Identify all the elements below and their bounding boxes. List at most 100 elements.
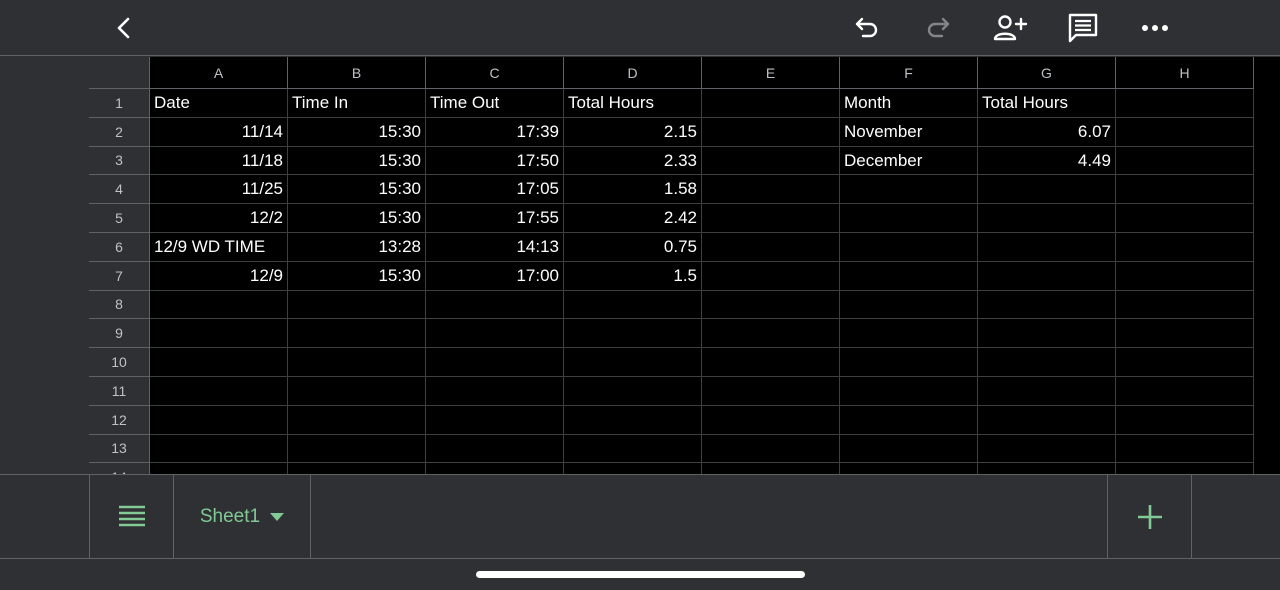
cell-g10[interactable] xyxy=(978,348,1116,377)
row-header-6[interactable]: 6 xyxy=(89,233,150,262)
row-header-8[interactable]: 8 xyxy=(89,290,150,320)
cell-f14[interactable] xyxy=(840,463,978,474)
cell-e1[interactable] xyxy=(702,89,840,118)
column-header-h[interactable]: H xyxy=(1116,57,1254,89)
cell-e11[interactable] xyxy=(702,377,840,406)
row-header-14[interactable]: 14 xyxy=(89,463,150,474)
cell-c2[interactable]: 17:39 xyxy=(426,117,564,147)
cell-e3[interactable] xyxy=(702,146,840,176)
row-header-5[interactable]: 5 xyxy=(89,204,150,233)
cell-b7[interactable]: 15:30 xyxy=(288,261,426,291)
cell-b2[interactable]: 15:30 xyxy=(288,117,426,147)
cell-d12[interactable] xyxy=(564,405,702,435)
column-header-d[interactable]: D xyxy=(564,57,702,89)
cell-c1[interactable]: Time Out xyxy=(426,89,564,118)
cell-d7[interactable]: 1.5 xyxy=(564,261,702,291)
cell-b1[interactable]: Time In xyxy=(288,89,426,118)
cell-c13[interactable] xyxy=(426,434,564,464)
cell-a11[interactable] xyxy=(150,377,288,406)
cell-d8[interactable] xyxy=(564,290,702,320)
cell-g7[interactable] xyxy=(978,261,1116,291)
cell-d5[interactable]: 2.42 xyxy=(564,204,702,233)
cell-f1[interactable]: Month xyxy=(840,89,978,118)
column-header-e[interactable]: E xyxy=(702,57,840,89)
column-header-b[interactable]: B xyxy=(288,57,426,89)
cell-d6[interactable]: 0.75 xyxy=(564,233,702,262)
cell-g13[interactable] xyxy=(978,434,1116,464)
cell-e8[interactable] xyxy=(702,290,840,320)
row-header-11[interactable]: 11 xyxy=(89,377,150,406)
cell-c14[interactable] xyxy=(426,463,564,474)
cell-b12[interactable] xyxy=(288,405,426,435)
cell-g14[interactable] xyxy=(978,463,1116,474)
cell-h9[interactable] xyxy=(1116,319,1254,349)
add-sheet-button[interactable] xyxy=(1107,475,1192,559)
cell-g6[interactable] xyxy=(978,233,1116,262)
cell-e12[interactable] xyxy=(702,405,840,435)
column-header-c[interactable]: C xyxy=(426,57,564,89)
row-header-2[interactable]: 2 xyxy=(89,117,150,147)
cell-c6[interactable]: 14:13 xyxy=(426,233,564,262)
sheet-tab-sheet1[interactable]: Sheet1 xyxy=(174,475,311,559)
cell-a9[interactable] xyxy=(150,319,288,349)
home-indicator[interactable] xyxy=(476,571,805,578)
cell-c5[interactable]: 17:55 xyxy=(426,204,564,233)
cell-b9[interactable] xyxy=(288,319,426,349)
cell-b14[interactable] xyxy=(288,463,426,474)
cell-f13[interactable] xyxy=(840,434,978,464)
row-header-1[interactable]: 1 xyxy=(89,89,150,118)
cell-e4[interactable] xyxy=(702,175,840,205)
cell-g5[interactable] xyxy=(978,204,1116,233)
cell-a4[interactable]: 11/25 xyxy=(150,175,288,205)
cell-a14[interactable] xyxy=(150,463,288,474)
cell-h10[interactable] xyxy=(1116,348,1254,377)
cell-d11[interactable] xyxy=(564,377,702,406)
cell-b5[interactable]: 15:30 xyxy=(288,204,426,233)
share-button[interactable] xyxy=(990,8,1030,48)
cell-f7[interactable] xyxy=(840,261,978,291)
row-header-7[interactable]: 7 xyxy=(89,261,150,291)
spreadsheet-grid[interactable]: ABCDEFGH1234567891011121314DateTime InTi… xyxy=(89,57,1280,474)
cell-c3[interactable]: 17:50 xyxy=(426,146,564,176)
cell-g8[interactable] xyxy=(978,290,1116,320)
cell-b13[interactable] xyxy=(288,434,426,464)
cell-f4[interactable] xyxy=(840,175,978,205)
cell-e14[interactable] xyxy=(702,463,840,474)
cell-a6[interactable]: 12/9 WD TIME xyxy=(150,233,288,262)
cell-c4[interactable]: 17:05 xyxy=(426,175,564,205)
row-header-9[interactable]: 9 xyxy=(89,319,150,349)
cell-h13[interactable] xyxy=(1116,434,1254,464)
cell-e10[interactable] xyxy=(702,348,840,377)
cell-d14[interactable] xyxy=(564,463,702,474)
cell-g2[interactable]: 6.07 xyxy=(978,117,1116,147)
cell-h6[interactable] xyxy=(1116,233,1254,262)
cell-e7[interactable] xyxy=(702,261,840,291)
cell-a3[interactable]: 11/18 xyxy=(150,146,288,176)
cell-d13[interactable] xyxy=(564,434,702,464)
cell-d4[interactable]: 1.58 xyxy=(564,175,702,205)
row-header-12[interactable]: 12 xyxy=(89,405,150,435)
cell-e5[interactable] xyxy=(702,204,840,233)
all-sheets-button[interactable] xyxy=(89,475,174,559)
cell-c7[interactable]: 17:00 xyxy=(426,261,564,291)
cell-a8[interactable] xyxy=(150,290,288,320)
cell-a1[interactable]: Date xyxy=(150,89,288,118)
cell-e6[interactable] xyxy=(702,233,840,262)
cell-f12[interactable] xyxy=(840,405,978,435)
row-header-13[interactable]: 13 xyxy=(89,434,150,464)
cell-c8[interactable] xyxy=(426,290,564,320)
cell-g9[interactable] xyxy=(978,319,1116,349)
cell-b6[interactable]: 13:28 xyxy=(288,233,426,262)
back-button[interactable] xyxy=(104,8,144,48)
cell-f6[interactable] xyxy=(840,233,978,262)
cell-d10[interactable] xyxy=(564,348,702,377)
cell-d3[interactable]: 2.33 xyxy=(564,146,702,176)
cell-h4[interactable] xyxy=(1116,175,1254,205)
cell-c11[interactable] xyxy=(426,377,564,406)
cell-e2[interactable] xyxy=(702,117,840,147)
cell-e9[interactable] xyxy=(702,319,840,349)
redo-button[interactable] xyxy=(918,8,958,48)
cell-f9[interactable] xyxy=(840,319,978,349)
cell-a12[interactable] xyxy=(150,405,288,435)
cell-b3[interactable]: 15:30 xyxy=(288,146,426,176)
